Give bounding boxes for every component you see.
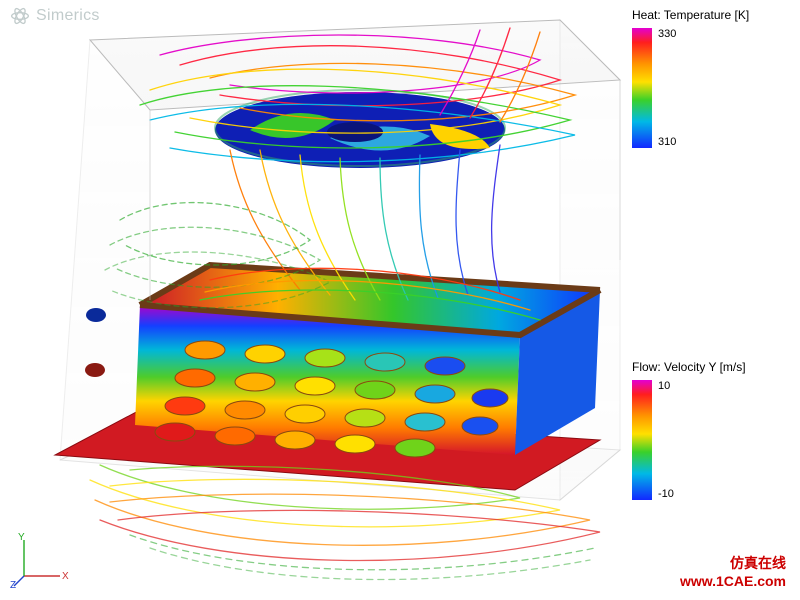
axis-triad[interactable]: X Y Z (10, 530, 70, 590)
watermark-line1: 仿真在线 (680, 555, 786, 573)
legend-temperature-max: 330 (658, 28, 676, 40)
legend-temperature: Heat: Temperature [K] 330 310 (632, 8, 782, 148)
legend-velocity-bar (632, 380, 652, 500)
legend-velocity-min: -10 (658, 488, 674, 500)
legend-velocity-title: Flow: Velocity Y [m/s] (632, 360, 782, 374)
legend-temperature-title: Heat: Temperature [K] (632, 8, 782, 22)
brand-icon (10, 6, 30, 26)
legend-temperature-min: 310 (658, 136, 676, 148)
watermark-line2: www.1CAE.com (680, 573, 786, 591)
axis-x-label: X (62, 571, 69, 582)
brand-name: Simerics (36, 7, 100, 25)
axis-y-label: Y (18, 532, 25, 543)
brand-logo: Simerics (10, 6, 100, 26)
legend-temperature-bar (632, 28, 652, 148)
watermark: 仿真在线 www.1CAE.com (680, 555, 786, 590)
legend-velocity-max: 10 (658, 380, 674, 392)
axis-z-label: Z (10, 580, 16, 590)
legend-velocity: Flow: Velocity Y [m/s] 10 -10 (632, 360, 782, 500)
